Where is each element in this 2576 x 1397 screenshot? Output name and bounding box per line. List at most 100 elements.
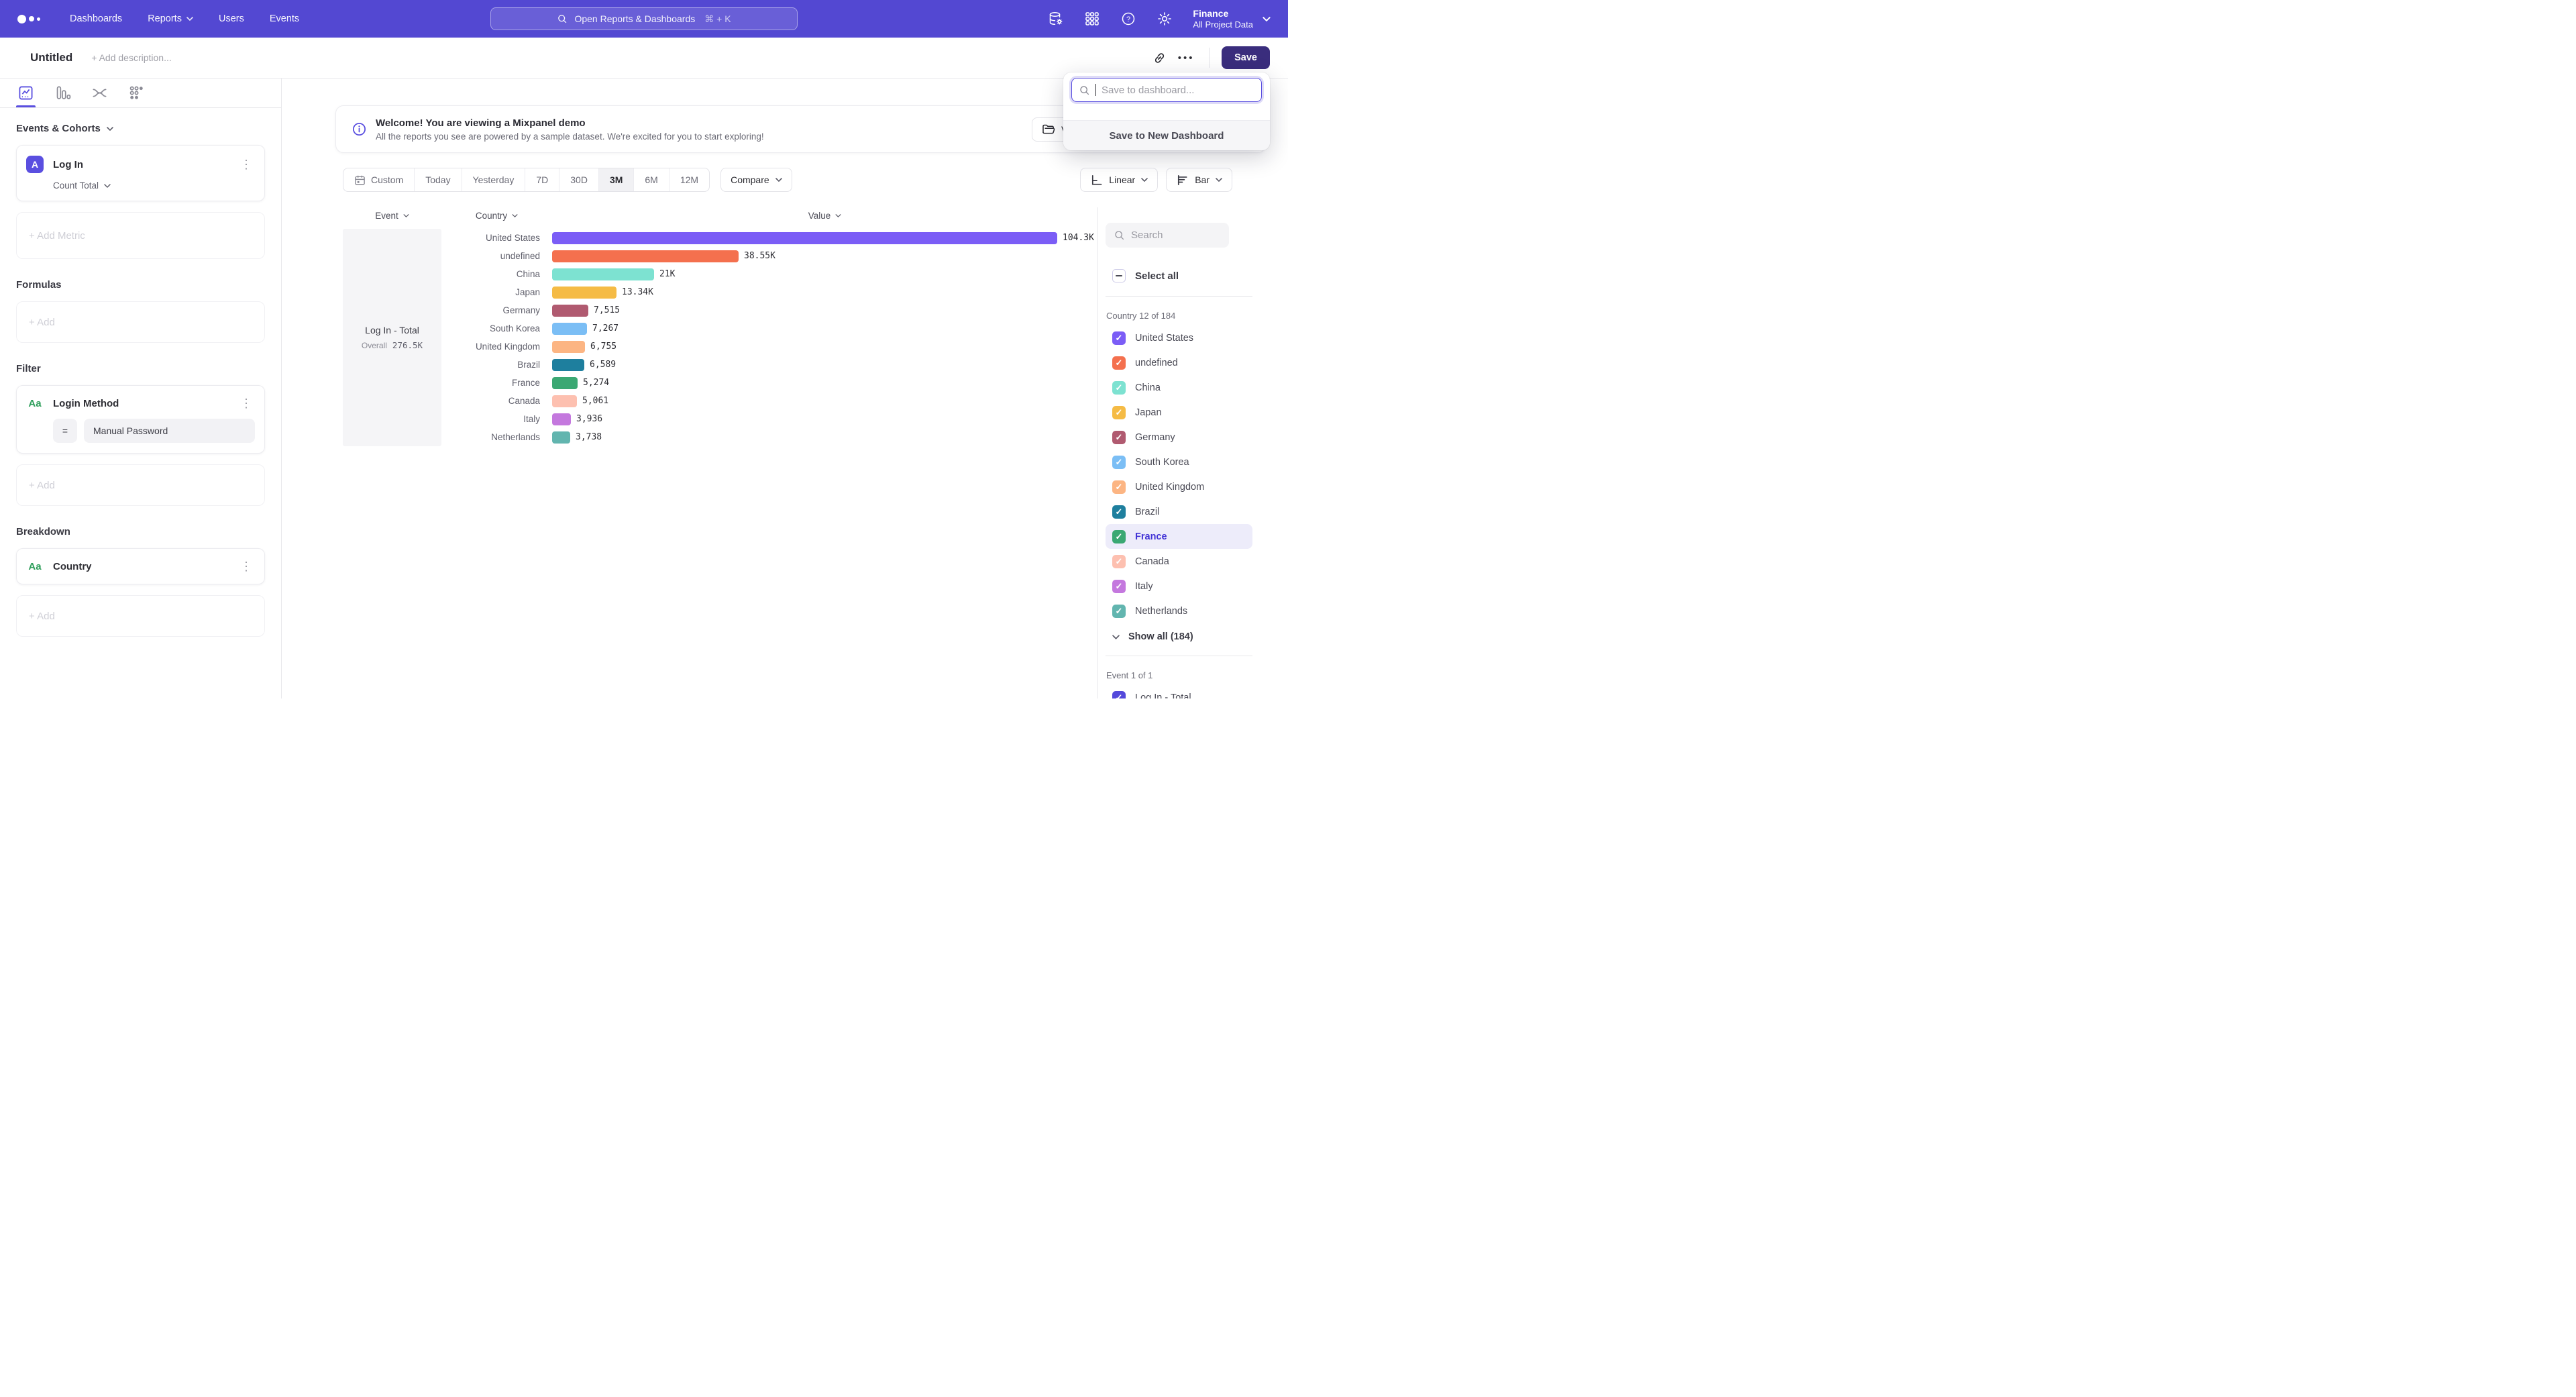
bar-segment[interactable] bbox=[552, 232, 1057, 244]
legend-item-undefined[interactable]: ✓ undefined bbox=[1106, 350, 1252, 375]
country-checkbox[interactable]: ✓ bbox=[1112, 605, 1126, 618]
bar-segment[interactable] bbox=[552, 431, 570, 444]
breakdown-card-country[interactable]: Aa Country ⋮ bbox=[16, 548, 265, 584]
country-checkbox[interactable]: ✓ bbox=[1112, 456, 1126, 469]
select-all-row[interactable]: Select all bbox=[1106, 269, 1288, 282]
report-title[interactable]: Untitled bbox=[30, 51, 72, 64]
filter-card-login-method[interactable]: Aa Login Method ⋮ = Manual Password bbox=[16, 385, 265, 454]
add-formula-button[interactable]: + Add bbox=[16, 301, 265, 343]
filter-value[interactable]: Manual Password bbox=[84, 419, 255, 443]
legend-item-italy[interactable]: ✓ Italy bbox=[1106, 574, 1252, 599]
country-checkbox[interactable]: ✓ bbox=[1112, 555, 1126, 568]
nav-item-users[interactable]: Users bbox=[219, 13, 244, 24]
save-dashboard-search-input[interactable]: Save to dashboard... bbox=[1071, 78, 1262, 102]
country-checkbox[interactable]: ✓ bbox=[1112, 331, 1126, 345]
save-button[interactable]: Save bbox=[1222, 46, 1270, 69]
metric-card-log-in[interactable]: A Log In ⋮ Count Total bbox=[16, 145, 265, 201]
legend-item-germany[interactable]: ✓ Germany bbox=[1106, 425, 1252, 450]
column-header-value[interactable]: Value bbox=[552, 211, 1097, 221]
country-checkbox[interactable]: ✓ bbox=[1112, 530, 1126, 544]
range-12m[interactable]: 12M bbox=[669, 168, 709, 191]
bar-segment[interactable] bbox=[552, 287, 616, 299]
kebab-menu-icon[interactable]: ⋮ bbox=[237, 396, 255, 411]
bar-segment[interactable] bbox=[552, 359, 584, 371]
add-metric-button[interactable]: + Add Metric bbox=[16, 212, 265, 259]
country-checkbox[interactable]: ✓ bbox=[1112, 356, 1126, 370]
country-checkbox[interactable]: ✓ bbox=[1112, 406, 1126, 419]
bar-segment[interactable] bbox=[552, 395, 577, 407]
legend-search-input[interactable]: Search bbox=[1106, 223, 1229, 248]
apps-grid-icon[interactable] bbox=[1084, 11, 1100, 27]
bar-segment[interactable] bbox=[552, 268, 654, 280]
breakdown-property-name[interactable]: Country bbox=[53, 561, 92, 572]
show-all-button[interactable]: Show all (184) bbox=[1106, 631, 1288, 642]
compare-button[interactable]: Compare bbox=[720, 168, 792, 192]
kebab-menu-icon[interactable]: ⋮ bbox=[237, 157, 255, 172]
bar-segment[interactable] bbox=[552, 377, 578, 389]
bar-segment[interactable] bbox=[552, 323, 587, 335]
column-header-event[interactable]: Event bbox=[343, 211, 441, 221]
overall-value: 276.5K bbox=[392, 340, 423, 350]
events-cohorts-header[interactable]: Events & Cohorts bbox=[16, 123, 265, 134]
formulas-title: Formulas bbox=[16, 279, 62, 291]
add-filter-button[interactable]: + Add bbox=[16, 464, 265, 506]
aggregation-selector[interactable]: Count Total bbox=[53, 180, 255, 191]
filter-property-name[interactable]: Login Method bbox=[53, 398, 119, 409]
filter-operator[interactable]: = bbox=[53, 419, 77, 443]
nav-item-dashboards[interactable]: Dashboards bbox=[70, 13, 122, 24]
save-to-new-dashboard-button[interactable]: Save to New Dashboard bbox=[1063, 120, 1270, 150]
legend-item-netherlands[interactable]: ✓ Netherlands bbox=[1106, 599, 1252, 623]
add-description-field[interactable]: + Add description... bbox=[91, 52, 171, 63]
global-search-input[interactable]: Open Reports & Dashboards ⌘ + K bbox=[490, 7, 798, 30]
tab-flows[interactable] bbox=[91, 79, 108, 107]
scale-selector-button[interactable]: Linear bbox=[1080, 168, 1158, 192]
chart-type-button[interactable]: Bar bbox=[1166, 168, 1232, 192]
bar-segment[interactable] bbox=[552, 413, 571, 425]
legend-item-france[interactable]: ✓ France bbox=[1106, 524, 1252, 549]
legend-item-china[interactable]: ✓ China bbox=[1106, 375, 1252, 400]
range-7d[interactable]: 7D bbox=[525, 168, 559, 191]
retention-icon bbox=[128, 85, 145, 101]
country-checkbox[interactable]: ✓ bbox=[1112, 505, 1126, 519]
tab-funnels[interactable] bbox=[54, 79, 71, 107]
event-checkbox[interactable]: ✓ bbox=[1112, 691, 1126, 699]
column-header-country[interactable]: Country bbox=[441, 211, 552, 221]
add-breakdown-button[interactable]: + Add bbox=[16, 595, 265, 637]
bar-segment[interactable] bbox=[552, 250, 739, 262]
range-yesterday[interactable]: Yesterday bbox=[462, 168, 526, 191]
tab-insights[interactable] bbox=[17, 79, 34, 107]
project-switcher[interactable]: Finance All Project Data bbox=[1193, 8, 1271, 30]
legend-item-japan[interactable]: ✓ Japan bbox=[1106, 400, 1252, 425]
legend-event-item[interactable]: ✓ Log In - Total bbox=[1106, 685, 1252, 698]
legend-item-canada[interactable]: ✓ Canada bbox=[1106, 549, 1252, 574]
copy-link-button[interactable] bbox=[1146, 46, 1173, 69]
tab-retention[interactable] bbox=[128, 79, 145, 107]
range-3m[interactable]: 3M bbox=[599, 168, 634, 191]
range-custom[interactable]: Custom bbox=[343, 168, 415, 191]
nav-item-reports[interactable]: Reports bbox=[148, 13, 193, 24]
country-checkbox[interactable]: ✓ bbox=[1112, 431, 1126, 444]
legend-item-brazil[interactable]: ✓ Brazil bbox=[1106, 499, 1252, 524]
legend-item-south-korea[interactable]: ✓ South Korea bbox=[1106, 450, 1252, 474]
mixpanel-logo-icon[interactable] bbox=[17, 15, 40, 23]
country-checkbox[interactable]: ✓ bbox=[1112, 580, 1126, 593]
range-6m[interactable]: 6M bbox=[634, 168, 669, 191]
legend-item-united-kingdom[interactable]: ✓ United Kingdom bbox=[1106, 474, 1252, 499]
bar-segment[interactable] bbox=[552, 341, 585, 353]
legend-item-united-states[interactable]: ✓ United States bbox=[1106, 325, 1252, 350]
select-all-checkbox[interactable] bbox=[1112, 269, 1126, 282]
global-search-placeholder: Open Reports & Dashboards bbox=[574, 13, 695, 24]
country-checkbox[interactable]: ✓ bbox=[1112, 480, 1126, 494]
settings-gear-icon[interactable] bbox=[1157, 11, 1173, 27]
help-icon[interactable]: ? bbox=[1120, 11, 1136, 27]
data-management-icon[interactable] bbox=[1048, 11, 1064, 27]
nav-item-events[interactable]: Events bbox=[270, 13, 299, 24]
kebab-menu-icon[interactable]: ⋮ bbox=[237, 559, 255, 574]
country-checkbox[interactable]: ✓ bbox=[1112, 381, 1126, 395]
range-30d[interactable]: 30D bbox=[559, 168, 599, 191]
event-summary-box[interactable]: Log In - Total Overall 276.5K bbox=[343, 229, 441, 446]
more-actions-button[interactable]: ••• bbox=[1173, 46, 1199, 69]
bar-segment[interactable] bbox=[552, 305, 588, 317]
range-today[interactable]: Today bbox=[415, 168, 462, 191]
metric-event-name[interactable]: Log In bbox=[53, 159, 83, 170]
